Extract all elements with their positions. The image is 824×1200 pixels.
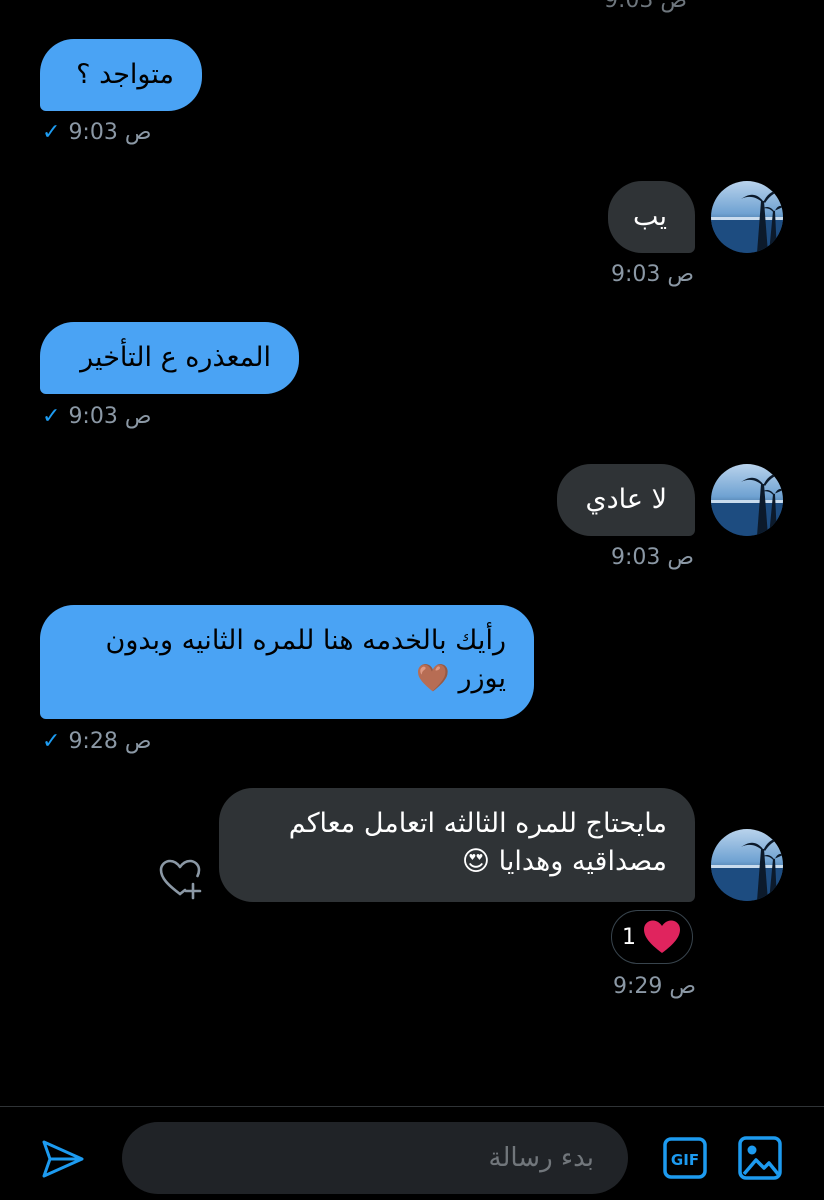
message-time: 9:29 ص [613, 974, 697, 999]
gif-button[interactable]: GIF [663, 1137, 707, 1183]
message-input[interactable] [122, 1122, 628, 1194]
message-time: 9:03 ص [611, 545, 695, 570]
sent-check-icon: ✓ [42, 729, 61, 754]
send-button[interactable] [40, 1138, 86, 1184]
message-status: ✓ 9:03 ص [42, 404, 151, 429]
sent-message-bubble[interactable]: المعذره ع التأخير [40, 322, 299, 394]
message-status: ✓ 9:03 ص [42, 120, 151, 145]
message-status: 9:29 ص [613, 974, 696, 999]
avatar-image [711, 190, 783, 253]
avatar-image [711, 473, 783, 536]
sent-message-bubble[interactable]: متواجد ؟ [40, 39, 202, 111]
message-time: 9:03 ص [611, 262, 695, 287]
message-time: 9:28 ص [68, 729, 152, 754]
avatar[interactable] [711, 181, 783, 253]
message-text: رأيك بالخدمه هنا للمره الثانيه وبدون يوز… [105, 625, 507, 694]
received-message-bubble[interactable]: يب [608, 181, 695, 253]
previous-message-timestamp: 9:03 ص [604, 0, 688, 13]
message-text: يب [632, 201, 667, 232]
reaction-pill[interactable]: 1 [611, 910, 693, 964]
message-text: لا عادي [585, 484, 667, 515]
add-reaction-button[interactable] [158, 858, 204, 904]
heart-plus-icon [159, 859, 202, 900]
message-text: المعذره ع التأخير [80, 342, 271, 373]
sent-check-icon: ✓ [42, 120, 61, 145]
avatar[interactable] [711, 464, 783, 536]
avatar-image [711, 838, 783, 901]
send-icon [42, 1140, 84, 1178]
composer-divider [0, 1106, 824, 1107]
message-status: ✓ 9:28 ص [42, 729, 151, 754]
message-status: 9:03 ص [611, 262, 694, 287]
image-button[interactable] [738, 1136, 782, 1184]
image-icon [738, 1136, 782, 1180]
message-time: 9:03 ص [68, 404, 152, 429]
gif-icon: GIF [663, 1137, 707, 1179]
received-message-bubble[interactable]: مايحتاج للمره الثالثه اتعامل معاكم مصداق… [219, 788, 695, 902]
avatar[interactable] [711, 829, 783, 901]
message-status: 9:03 ص [611, 545, 694, 570]
gif-label: GIF [671, 1151, 699, 1169]
reaction-count: 1 [622, 924, 636, 950]
message-text: مايحتاج للمره الثالثه اتعامل معاكم مصداق… [288, 808, 667, 877]
message-text: متواجد ؟ [76, 59, 174, 90]
heart-icon [644, 920, 680, 953]
received-message-bubble[interactable]: لا عادي [557, 464, 695, 536]
sent-message-bubble[interactable]: رأيك بالخدمه هنا للمره الثانيه وبدون يوز… [40, 605, 534, 719]
sent-check-icon: ✓ [42, 404, 61, 429]
message-time: 9:03 ص [68, 120, 152, 145]
